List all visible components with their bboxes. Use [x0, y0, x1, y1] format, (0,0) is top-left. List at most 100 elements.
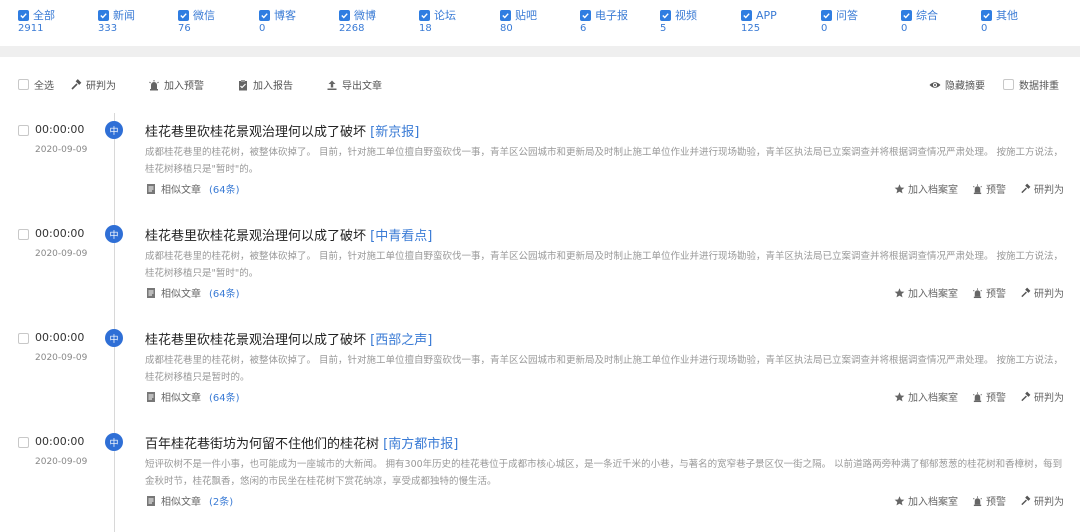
filter-label: 全部 [33, 9, 55, 22]
eye-icon [929, 79, 941, 91]
filter-item[interactable]: 新闻 333 [98, 7, 178, 34]
filter-label: 其他 [996, 9, 1018, 22]
article-checkbox[interactable] [18, 437, 29, 448]
checkbox-checked-icon[interactable] [419, 9, 430, 21]
warn-label: 预警 [986, 185, 1006, 196]
similar-count[interactable]: (2条) [209, 493, 233, 508]
checkbox-checked-icon[interactable] [580, 9, 591, 21]
filter-item[interactable]: 贴吧 80 [500, 7, 580, 34]
checkbox-checked-icon[interactable] [901, 9, 912, 21]
article-checkbox[interactable] [18, 229, 29, 240]
warn-button[interactable]: 预警 [972, 493, 1006, 508]
similar-articles-link[interactable]: 相似文章 (64条) [145, 285, 240, 300]
article-title-link[interactable]: 桂花巷里砍桂花景观治理何以成了破坏 [中青看点] [145, 225, 432, 244]
article-source[interactable]: [中青看点] [370, 229, 432, 244]
export-label: 导出文章 [342, 81, 382, 92]
warn-button[interactable]: 预警 [972, 389, 1006, 404]
article-title-link[interactable]: 桂花巷里砍桂花景观治理何以成了破坏 [新京报] [145, 121, 419, 140]
select-all-checkbox[interactable] [18, 79, 29, 90]
judge-button[interactable]: 研判为 [1020, 493, 1064, 508]
filter-item[interactable]: 论坛 18 [419, 7, 499, 34]
checkbox-checked-icon[interactable] [821, 9, 832, 21]
similar-count[interactable]: (64条) [209, 285, 240, 300]
filter-item[interactable]: 微信 76 [178, 7, 258, 34]
warn-label: 预警 [986, 289, 1006, 300]
add-archive-button[interactable]: 加入档案室 [894, 493, 958, 508]
warn-button[interactable]: 预警 [972, 285, 1006, 300]
filter-item[interactable]: 问答 0 [821, 7, 901, 34]
filter-item[interactable]: APP 125 [741, 7, 821, 34]
checkbox-checked-icon[interactable] [500, 9, 511, 21]
article-title-link[interactable]: 百年桂花巷街坊为何留不住他们的桂花树 [南方都市报] [145, 433, 458, 452]
article-checkbox[interactable] [18, 125, 29, 136]
sentiment-badge: 中 [105, 433, 123, 451]
article-item: 00:00:00 2020-09-09 中 桂花巷里砍桂花景观治理何以成了破坏 [西部… [0, 327, 1080, 431]
checkbox-checked-icon[interactable] [178, 9, 189, 21]
filter-label: APP [756, 8, 777, 22]
add-archive-label: 加入档案室 [908, 393, 958, 404]
checkbox-checked-icon[interactable] [259, 9, 270, 21]
judge-button[interactable]: 研判为 [1020, 285, 1064, 300]
warn-button[interactable]: 预警 [972, 181, 1006, 196]
filter-item[interactable]: 微博 2268 [339, 7, 419, 34]
checkbox-checked-icon[interactable] [660, 9, 671, 21]
checkbox-checked-icon[interactable] [339, 9, 350, 21]
checkbox-checked-icon[interactable] [981, 9, 992, 21]
document-icon [145, 287, 157, 299]
dedupe-label: 数据排重 [1019, 81, 1059, 92]
add-archive-label: 加入档案室 [908, 289, 958, 300]
filter-label: 博客 [274, 9, 296, 22]
select-all[interactable]: 全选 [18, 77, 54, 92]
similar-count[interactable]: (64条) [209, 181, 240, 196]
filter-item[interactable]: 博客 0 [259, 7, 339, 34]
article-source[interactable]: [新京报] [370, 125, 419, 140]
filter-count: 5 [660, 23, 667, 34]
article-actions: 加入档案室 预警 研判为 [880, 493, 1064, 508]
judge-button[interactable]: 研判为 [1020, 389, 1064, 404]
filter-item[interactable]: 视频 5 [660, 7, 740, 34]
filter-label: 论坛 [434, 9, 456, 22]
add-archive-button[interactable]: 加入档案室 [894, 285, 958, 300]
filter-item[interactable]: 综合 0 [901, 7, 981, 34]
article-summary: 成都桂花巷里的桂花树，被整体砍掉了。 目前，针对施工单位擅自野蛮砍伐一事，青羊区… [145, 251, 1064, 279]
dedupe-toggle[interactable]: 数据排重 [1003, 77, 1059, 92]
judge-button[interactable]: 研判为 [70, 77, 116, 92]
similar-articles-link[interactable]: 相似文章 (64条) [145, 181, 240, 196]
filter-item[interactable]: 全部 2911 [18, 7, 98, 34]
article-actions: 加入档案室 预警 研判为 [880, 285, 1064, 300]
article-actions: 加入档案室 预警 研判为 [880, 389, 1064, 404]
warn-label: 预警 [986, 393, 1006, 404]
filter-count: 0 [259, 23, 266, 34]
select-all-label: 全选 [34, 81, 54, 92]
warn-label: 预警 [986, 497, 1006, 508]
filter-label: 问答 [836, 9, 858, 22]
article-checkbox[interactable] [18, 333, 29, 344]
article-title: 桂花巷里砍桂花景观治理何以成了破坏 [145, 125, 367, 140]
similar-articles-link[interactable]: 相似文章 (2条) [145, 493, 233, 508]
section-divider [0, 46, 1080, 57]
dedupe-checkbox[interactable] [1003, 79, 1014, 90]
article-title-link[interactable]: 桂花巷里砍桂花景观治理何以成了破坏 [西部之声] [145, 329, 432, 348]
checkbox-checked-icon[interactable] [741, 9, 752, 21]
add-archive-button[interactable]: 加入档案室 [894, 181, 958, 196]
article-date: 2020-09-09 [35, 145, 88, 155]
article-source[interactable]: [西部之声] [370, 333, 432, 348]
filter-item[interactable]: 电子报 6 [580, 7, 660, 34]
filter-item[interactable]: 其他 0 [981, 7, 1061, 34]
hide-summary-button[interactable]: 隐藏摘要 [929, 77, 985, 92]
checkbox-checked-icon[interactable] [18, 9, 29, 21]
add-warning-button[interactable]: 加入预警 [148, 77, 204, 92]
add-archive-button[interactable]: 加入档案室 [894, 389, 958, 404]
similar-count[interactable]: (64条) [209, 389, 240, 404]
article-source[interactable]: [南方都市报] [383, 437, 458, 452]
filter-count: 80 [500, 23, 513, 34]
similar-articles-link[interactable]: 相似文章 (64条) [145, 389, 240, 404]
similar-label: 相似文章 [161, 393, 201, 404]
judge-button[interactable]: 研判为 [1020, 181, 1064, 196]
judge-label: 研判为 [1034, 289, 1064, 300]
judge-label: 研判为 [1034, 185, 1064, 196]
export-button[interactable]: 导出文章 [326, 77, 382, 92]
document-icon [145, 495, 157, 507]
checkbox-checked-icon[interactable] [98, 9, 109, 21]
add-report-button[interactable]: 加入报告 [237, 77, 293, 92]
